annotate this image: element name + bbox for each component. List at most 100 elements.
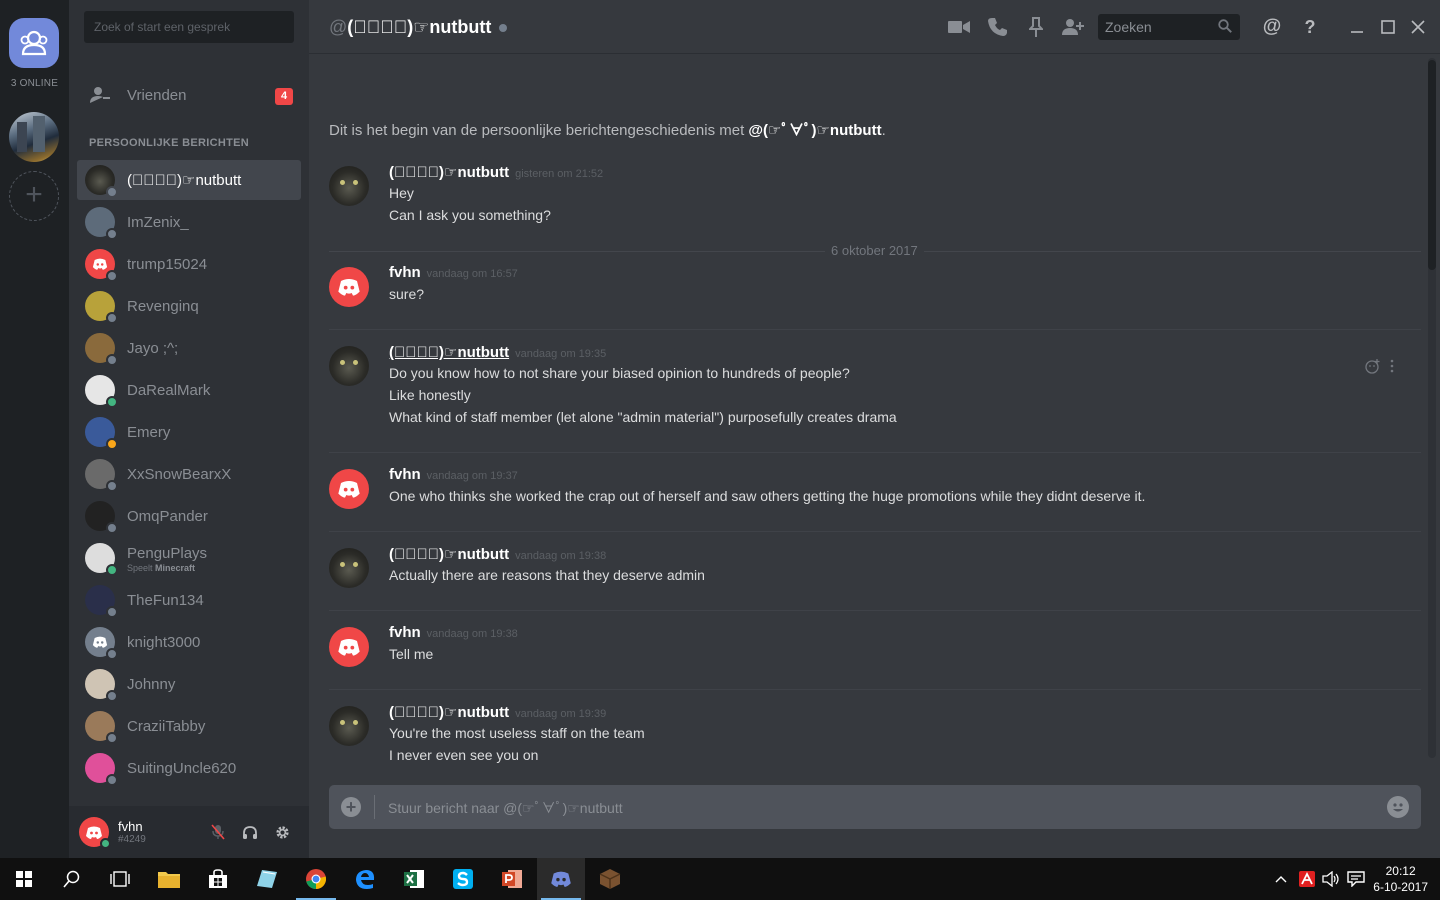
folder-icon xyxy=(158,872,180,888)
message-input[interactable]: Stuur bericht naar @(☞ﾟ∀ﾟ)☞nutbutt xyxy=(388,798,623,818)
file-explorer-button[interactable] xyxy=(145,858,193,900)
server-icon[interactable] xyxy=(9,112,59,162)
dm-item[interactable]: SuitingUncle620 xyxy=(77,748,301,788)
dm-item[interactable]: ImZenix_ xyxy=(77,202,301,242)
dm-item[interactable]: XxSnowBearxX xyxy=(77,454,301,494)
dm-item[interactable]: DaRealMark xyxy=(77,370,301,410)
emoji-icon[interactable] xyxy=(1387,796,1409,818)
message-header: (☞ﾟ∀ﾟ)☞nutbutt vandaag om 19:35 xyxy=(389,343,606,362)
close-button[interactable] xyxy=(1407,17,1429,37)
store-button[interactable] xyxy=(194,858,242,900)
settings-button[interactable] xyxy=(273,823,291,841)
add-server-button[interactable]: + xyxy=(9,171,59,221)
deafen-button[interactable] xyxy=(241,823,259,841)
edge-button[interactable] xyxy=(341,858,389,900)
intro-name: @(☞ﾟ∀ﾟ)☞nutbutt xyxy=(748,122,882,139)
antivirus-icon xyxy=(1299,871,1315,887)
dm-item-name: XxSnowBearxX xyxy=(127,465,232,483)
message-text: I never even see you on xyxy=(389,747,539,763)
avatar[interactable] xyxy=(329,267,369,307)
activity-game: Minecraft xyxy=(155,563,196,573)
dm-item[interactable]: trump15024 xyxy=(77,244,301,284)
excel-icon xyxy=(404,870,424,888)
status-dot xyxy=(106,732,118,744)
dm-item[interactable]: Emery xyxy=(77,412,301,452)
message-divider xyxy=(329,610,1421,611)
dm-item-name: DaRealMark xyxy=(127,381,211,399)
scrollbar-thumb[interactable] xyxy=(1428,60,1436,270)
avatar[interactable] xyxy=(329,469,369,509)
discord-logo-icon xyxy=(338,279,360,296)
home-button[interactable] xyxy=(9,18,59,68)
search-input[interactable]: Zoeken xyxy=(1098,14,1240,40)
message-author[interactable]: (☞ﾟ∀ﾟ)☞nutbutt xyxy=(389,164,509,181)
discord-taskbar-button[interactable] xyxy=(537,858,585,900)
skype-button[interactable] xyxy=(439,858,487,900)
dm-item[interactable]: Revenginq xyxy=(77,286,301,326)
dm-item-activity: Speelt Minecraft xyxy=(127,563,195,573)
avatar xyxy=(85,627,118,660)
app-button[interactable] xyxy=(243,858,291,900)
dm-search-input[interactable]: Zoek of start een gesprek xyxy=(84,11,294,43)
avatar xyxy=(85,207,118,240)
avatar[interactable] xyxy=(329,166,369,206)
message-author[interactable]: (☞ﾟ∀ﾟ)☞nutbutt xyxy=(389,344,509,361)
message-composer[interactable]: + Stuur bericht naar @(☞ﾟ∀ﾟ)☞nutbutt xyxy=(329,785,1421,829)
upload-button[interactable]: + xyxy=(341,797,361,817)
tray-antivirus[interactable] xyxy=(1296,858,1318,900)
avatar[interactable] xyxy=(329,548,369,588)
avatar xyxy=(85,291,118,324)
dm-item[interactable]: PenguPlays Speelt Minecraft xyxy=(77,538,301,578)
status-dot xyxy=(106,648,118,660)
message-author[interactable]: (☞ﾟ∀ﾟ)☞nutbutt xyxy=(389,546,509,563)
mute-button[interactable] xyxy=(209,823,227,841)
avatar xyxy=(85,417,118,450)
message-author[interactable]: fvhn xyxy=(389,624,421,641)
tray-volume[interactable] xyxy=(1320,858,1342,900)
message-author[interactable]: (☞ﾟ∀ﾟ)☞nutbutt xyxy=(389,704,509,721)
message-timestamp: gisteren om 21:52 xyxy=(515,168,604,180)
chrome-button[interactable] xyxy=(292,858,340,900)
dm-item[interactable]: CraziiTabby xyxy=(77,706,301,746)
start-button[interactable] xyxy=(0,858,48,900)
avatar[interactable] xyxy=(329,346,369,386)
discord-logo-icon xyxy=(551,871,571,887)
tray-chevron[interactable] xyxy=(1270,858,1292,900)
dm-list: (☞ﾟ∀ﾟ)☞nutbutt ImZenix_ trump15024 Revengin… xyxy=(77,160,301,790)
powerpoint-button[interactable] xyxy=(488,858,536,900)
message-author[interactable]: fvhn xyxy=(389,264,421,281)
dm-item[interactable]: OmqPander xyxy=(77,496,301,536)
taskbar-clock[interactable]: 20:12 6-10-2017 xyxy=(1373,863,1428,895)
maximize-button[interactable] xyxy=(1377,17,1399,37)
add-reaction-button[interactable] xyxy=(1365,358,1381,379)
message-timestamp: vandaag om 19:38 xyxy=(426,628,518,640)
message-list: Dit is het begin van de persoonlijke ber… xyxy=(329,55,1421,765)
minecraft-button[interactable] xyxy=(586,858,634,900)
avatar[interactable] xyxy=(79,817,111,849)
dm-item[interactable]: Jayo ;^; xyxy=(77,328,301,368)
task-view-button[interactable] xyxy=(96,858,144,900)
mentions-button[interactable]: @ xyxy=(1261,16,1283,37)
excel-button[interactable] xyxy=(390,858,438,900)
message-author[interactable]: fvhn xyxy=(389,466,421,483)
video-call-button[interactable] xyxy=(948,17,970,37)
dm-item[interactable]: TheFun134 xyxy=(77,580,301,620)
dm-item[interactable]: Johnny xyxy=(77,664,301,704)
dm-item[interactable]: knight3000 xyxy=(77,622,301,662)
dm-item-name: Jayo ;^; xyxy=(127,339,179,357)
friends-link[interactable]: Vrienden 4 xyxy=(77,75,301,115)
pinned-messages-button[interactable] xyxy=(1025,17,1047,37)
voice-call-button[interactable] xyxy=(987,17,1009,37)
avatar[interactable] xyxy=(329,627,369,667)
message-header: (☞ﾟ∀ﾟ)☞nutbutt vandaag om 19:39 xyxy=(389,703,606,722)
help-button[interactable]: ? xyxy=(1299,17,1321,37)
minimize-button[interactable] xyxy=(1346,17,1368,37)
avatar[interactable] xyxy=(329,706,369,746)
taskbar-search-button[interactable] xyxy=(48,858,96,900)
tray-notifications[interactable] xyxy=(1344,858,1368,900)
add-friend-button[interactable] xyxy=(1062,17,1084,37)
username: fvhn xyxy=(118,819,143,834)
more-options-button[interactable] xyxy=(1389,358,1395,379)
dm-item[interactable]: (☞ﾟ∀ﾟ)☞nutbutt xyxy=(77,160,301,200)
date-separator: 6 oktober 2017 xyxy=(329,243,1421,258)
